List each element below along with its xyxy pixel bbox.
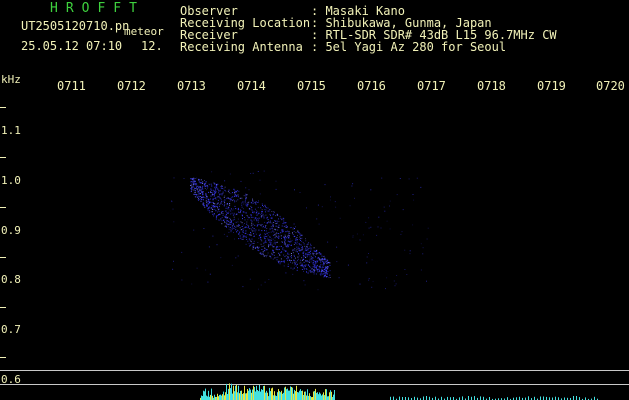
meteor-echo-trail (171, 170, 429, 291)
spectrogram (171, 170, 598, 400)
signal-spectrum (200, 383, 598, 400)
